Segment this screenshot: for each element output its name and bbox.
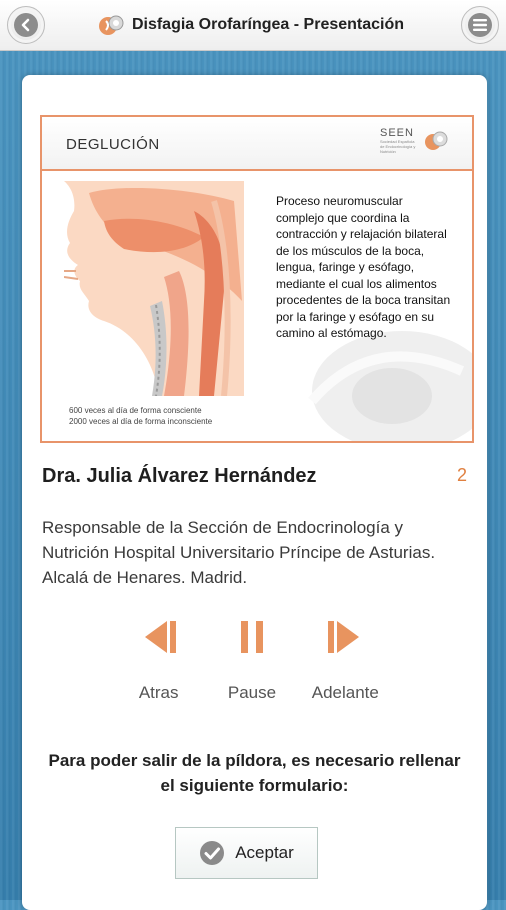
menu-button[interactable]: [461, 6, 499, 44]
seen-logo-subtext: Sociedad Española de Endocrinología y Nu…: [380, 139, 416, 154]
chevron-left-icon: [14, 13, 38, 37]
hamburger-menu-icon: [468, 13, 492, 37]
slide-description: Proceso neuromuscular complejo que coord…: [276, 194, 451, 340]
caption-line-unconscious: 2000 veces al día de forma inconsciente: [69, 417, 213, 426]
accept-label: Aceptar: [235, 843, 294, 862]
exit-notice: Para poder salir de la píldora, es neces…: [48, 751, 461, 795]
previous-button[interactable]: Atras: [112, 615, 205, 703]
slide-image: DEGLUCIÓN SEEN Sociedad Española de Endo…: [40, 115, 474, 443]
presenter-name: Dra. Julia Álvarez Hernández: [42, 465, 317, 487]
page-title: Disfagia Orofaríngea - Presentación: [131, 16, 405, 33]
app-logo-icon: [98, 15, 124, 35]
pause-icon: [237, 615, 267, 659]
next-button[interactable]: Adelante: [299, 615, 392, 703]
skip-back-icon: [139, 615, 179, 659]
content-card: DEGLUCIÓN SEEN Sociedad Española de Endo…: [22, 75, 487, 910]
back-button[interactable]: [7, 6, 45, 44]
skip-forward-icon: [325, 615, 365, 659]
playback-controls: Atras Pause Adelante: [112, 615, 392, 703]
pause-label: Pause: [227, 683, 277, 702]
check-circle-icon: [200, 841, 225, 865]
slide-header: DEGLUCIÓN SEEN Sociedad Española de Endo…: [42, 117, 472, 171]
presenter-bio: Responsable de la Sección de Endocrinolo…: [42, 518, 436, 587]
accept-button[interactable]: Aceptar: [175, 827, 318, 879]
header-title-group: Disfagia Orofaríngea - Presentación: [98, 11, 404, 39]
slide-caption: 600 veces al día de forma consciente 200…: [69, 405, 212, 427]
app-header: Disfagia Orofaríngea - Presentación: [0, 0, 506, 51]
throat-anatomy-illustration: [64, 181, 254, 396]
pause-button[interactable]: Pause: [205, 615, 298, 703]
previous-label: Atras: [138, 683, 179, 702]
seen-logo: SEEN Sociedad Española de Endocrinología…: [380, 127, 450, 154]
next-label: Adelante: [311, 683, 379, 702]
slide-title: DEGLUCIÓN: [66, 136, 160, 153]
caption-line-conscious: 600 veces al día de forma consciente: [69, 406, 202, 415]
page-number: 2: [456, 465, 467, 485]
seen-logo-icon: [425, 131, 448, 150]
seen-logo-text: SEEN: [380, 127, 414, 139]
